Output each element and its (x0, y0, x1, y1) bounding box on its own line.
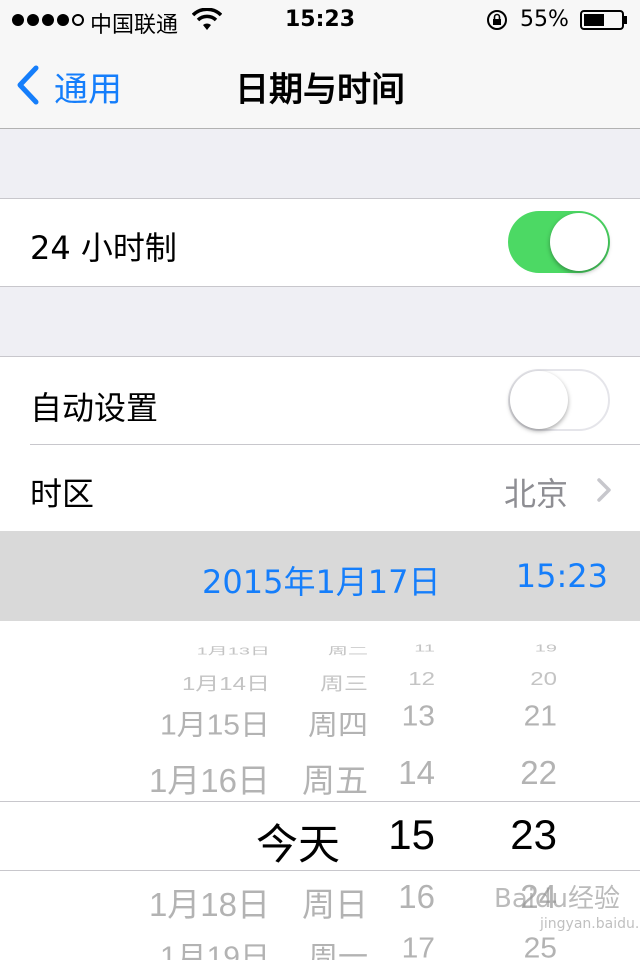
picker-weekday: 周一 (308, 941, 368, 960)
picker-minute: 21 (523, 701, 557, 733)
picker-minute: 25 (523, 933, 557, 960)
picker-minute: 19 (534, 643, 557, 654)
selected-datetime-row[interactable]: 2015年1月17日 15:23 (0, 531, 640, 621)
selected-date: 2015年1月17日 (202, 563, 441, 601)
picker-weekday: 周二 (328, 646, 368, 657)
picker-hour: 14 (398, 754, 435, 791)
picker-date: 今天 (255, 821, 340, 868)
timezone-cell[interactable]: 时区 北京 (0, 445, 640, 532)
selected-time: 15:23 (515, 557, 608, 595)
page-title: 日期与时间 (235, 70, 405, 110)
toggle-knob (510, 371, 568, 429)
picker-minute: 20 (530, 669, 557, 690)
status-bar: 中国联通 15:23 55% (0, 0, 640, 40)
auto-time-group: 自动设置 时区 北京 (0, 356, 640, 532)
picker-date: 1月19日 (159, 941, 270, 960)
hour24-label: 24 小时制 (30, 229, 177, 267)
hour24-cell: 24 小时制 (0, 198, 640, 287)
picker-weekday: 周日 (302, 886, 368, 923)
hour24-toggle[interactable] (508, 211, 610, 273)
timezone-label: 时区 (30, 475, 95, 513)
picker-hour: 15 (388, 811, 435, 858)
toggle-knob (550, 213, 608, 271)
picker-hour: 12 (408, 669, 435, 690)
picker-minute: 22 (520, 754, 557, 791)
picker-weekday: 周四 (308, 709, 368, 741)
orientation-lock-icon (487, 10, 507, 30)
watermark-url: jingyan.baidu.com (540, 916, 640, 932)
watermark-text: Baidu经验 (494, 884, 620, 914)
battery-percent: 55% (520, 7, 569, 32)
picker-hour: 17 (401, 933, 435, 960)
picker-date: 1月15日 (159, 709, 270, 741)
battery-icon (580, 10, 627, 30)
picker-weekday: 周五 (302, 762, 368, 799)
picker-date: 1月16日 (148, 762, 270, 799)
picker-date: 1月18日 (148, 886, 270, 923)
picker-minute: 23 (510, 811, 557, 858)
chevron-right-icon (597, 478, 611, 502)
picker-hour: 16 (398, 878, 435, 915)
picker-hour: 11 (414, 643, 435, 654)
picker-hour: 13 (401, 701, 435, 733)
picker-weekday: 周三 (320, 674, 368, 695)
auto-set-label: 自动设置 (30, 389, 159, 427)
timezone-value: 北京 (503, 475, 568, 513)
auto-set-toggle[interactable] (508, 369, 610, 431)
navigation-bar: 通用 日期与时间 (0, 40, 640, 129)
picker-date: 1月13日 (196, 646, 270, 657)
picker-date: 1月14日 (181, 674, 270, 695)
